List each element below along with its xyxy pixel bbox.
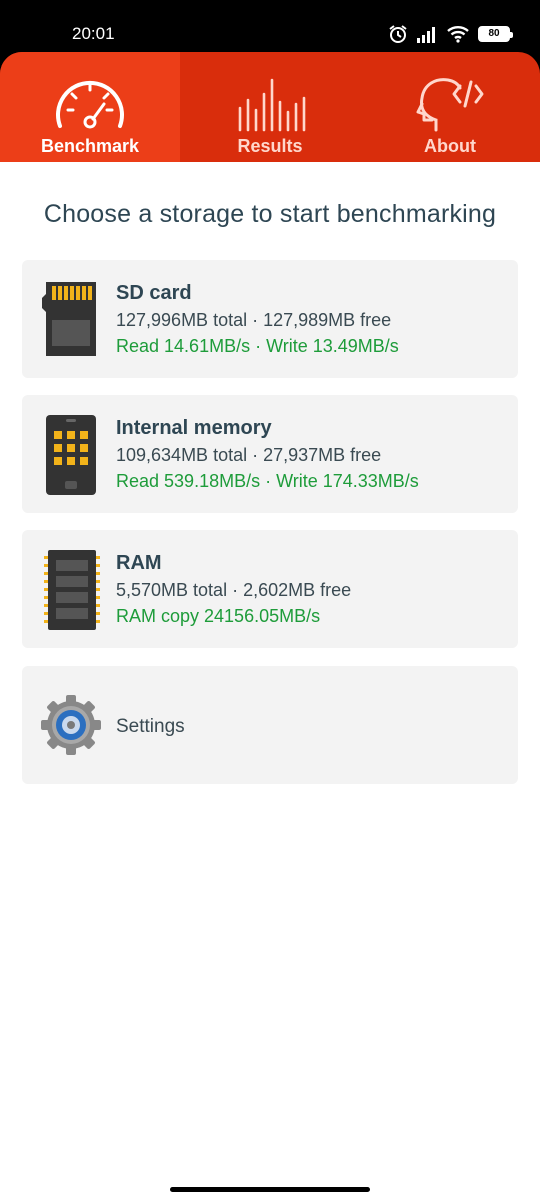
ram-chip-icon — [44, 550, 100, 630]
storage-speed-info: Read 14.61MB/s · Write 13.49MB/s — [116, 336, 399, 356]
storage-speed-info: RAM copy 24156.05MB/s — [116, 606, 321, 626]
storage-speed-info: Read 539.18MB/s · Write 174.33MB/s — [116, 471, 419, 491]
settings-label: Settings — [116, 716, 185, 737]
speedometer-icon — [56, 80, 124, 129]
head-code-icon — [416, 78, 484, 132]
storage-size-info: 127,996MB total · 127,989MB free — [116, 310, 392, 330]
status-bar: 20:01 80 — [0, 0, 540, 52]
alarm-icon — [389, 25, 407, 43]
bars-icon — [238, 78, 306, 132]
tab-bar: Benchmark Results About — [0, 52, 540, 162]
tab-benchmark[interactable]: Benchmark — [0, 52, 180, 162]
storage-title: Internal memory — [116, 417, 272, 439]
storage-title: SD card — [116, 282, 192, 304]
signal-icon — [417, 27, 435, 43]
storage-internal-memory[interactable]: Internal memory 109,634MB total · 27,937… — [22, 395, 518, 513]
page-title: Choose a storage to start benchmarking — [43, 200, 497, 228]
gear-icon — [41, 695, 101, 755]
phone-memory-icon — [46, 415, 96, 495]
storage-size-info: 109,634MB total · 27,937MB free — [116, 445, 382, 465]
main-content: Choose a storage to start benchmarking S… — [0, 162, 540, 1200]
home-indicator[interactable] — [170, 1187, 370, 1192]
storage-ram[interactable]: RAM 5,570MB total · 2,602MB free RAM cop… — [22, 530, 518, 648]
tab-benchmark-label: Benchmark — [40, 136, 140, 156]
tab-results-label: Results — [237, 136, 303, 156]
wifi-icon — [447, 26, 469, 43]
storage-sd-card[interactable]: SD card 127,996MB total · 127,989MB free… — [22, 260, 518, 378]
status-icons: 80 — [388, 24, 513, 44]
storage-size-info: 5,570MB total · 2,602MB free — [116, 580, 352, 600]
tab-about-label: About — [424, 136, 476, 156]
battery-icon: 80 — [478, 26, 513, 42]
settings-button[interactable]: Settings — [22, 666, 518, 784]
tab-results[interactable]: Results — [180, 52, 360, 162]
status-time: 20:01 — [72, 24, 115, 43]
sd-card-icon — [42, 282, 96, 356]
storage-title: RAM — [116, 552, 162, 574]
tab-about[interactable]: About — [360, 52, 540, 162]
